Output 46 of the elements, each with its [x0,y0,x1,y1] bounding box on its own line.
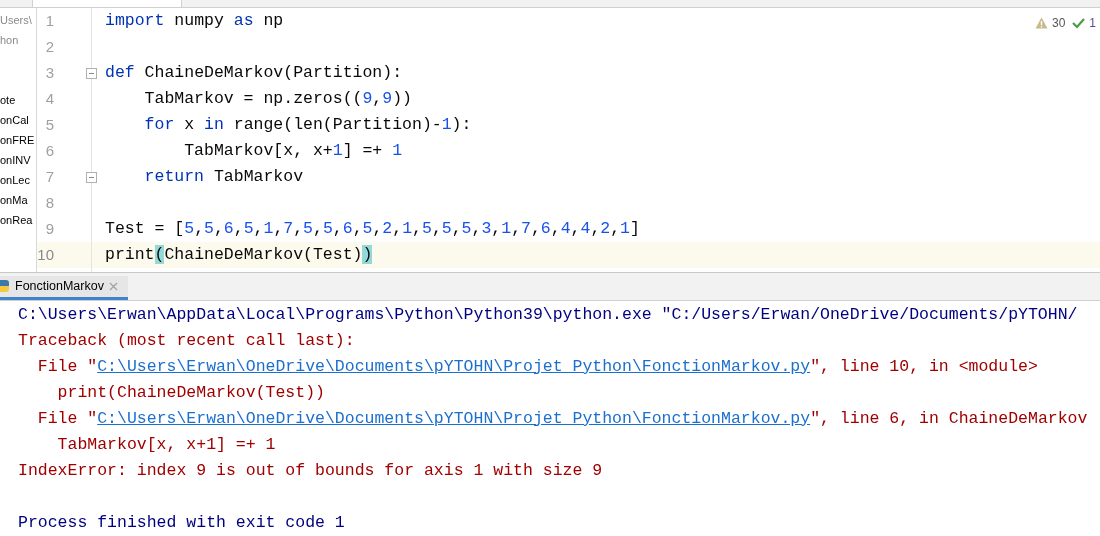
fold-marker-icon[interactable] [86,67,97,79]
line-number: 7 [44,166,54,187]
project-file[interactable]: onLec [0,170,30,190]
code-line: import numpy as np [105,9,284,32]
console-line: TabMarkov[x, x+1] =+ 1 [56,433,276,456]
project-file[interactable]: onRea [0,210,33,230]
console-line: C:\Users\Erwan\AppData\Local\Programs\Python\Python39\python.exe "C:/Users/Erwan/OneDrive/Documents/pYTOHN/ [18,303,1078,326]
checkmark-icon[interactable] [1072,17,1086,29]
code-line: for x in range(len(Partition)-1): [143,113,472,136]
code-line: return TabMarkov [143,165,304,188]
line-number: 1 [44,10,54,31]
file-link[interactable]: C:\Users\Erwan\OneDrive\Documents\pYTOHN\Projet Python\FonctionMarkov.py [97,356,811,376]
project-file[interactable]: onMa [0,190,28,210]
project-path[interactable]: hon [0,30,19,50]
project-file[interactable]: onINV [0,150,31,170]
console-line: File "C:\Users\Erwan\OneDrive\Documents\pYTOHN\Projet Python\FonctionMarkov.py", line 6, in ChaineDeMarkov [36,407,1088,430]
check-count: 1 [1089,15,1096,32]
line-number: 2 [44,36,54,57]
code-line: def ChaineDeMarkov(Partition): [105,61,403,84]
code-line: TabMarkov = np.zeros((9,9)) [143,87,412,110]
project-file[interactable]: onCal [0,110,29,130]
python-icon [0,279,10,294]
line-number: 10 [37,244,54,265]
close-icon[interactable] [108,281,118,291]
code-line: TabMarkov[x, x+1] =+ 1 [183,139,403,162]
warning-count: 30 [1051,15,1066,32]
line-number: 8 [44,192,54,213]
line-number: 5 [44,114,54,135]
code-line: print(ChaineDeMarkov(Test)) [105,243,373,266]
line-number: 4 [44,88,54,109]
code-line: Test = [5,5,6,5,1,7,5,5,6,5,2,1,5,5,5,3,1,7,6,4,4,2,1] [105,217,640,240]
console-line: print(ChaineDeMarkov(Test)) [56,381,325,404]
fold-marker-icon[interactable] [86,171,97,183]
run-tab[interactable]: FonctionMarkov [0,275,128,300]
line-number: 3 [44,62,54,83]
project-file[interactable]: ote [0,90,16,110]
warning-icon[interactable] [1034,17,1048,29]
project-file[interactable]: onFRE [0,130,35,150]
line-number: 6 [44,140,54,161]
project-path[interactable]: Users\ [0,10,32,30]
console-line: IndexError: index 9 is out of bounds for axis 1 with size 9 [18,459,603,482]
file-link[interactable]: C:\Users\Erwan\OneDrive\Documents\pYTOHN\Projet Python\FonctionMarkov.py [97,408,811,428]
line-number: 9 [44,218,54,239]
console-line: Traceback (most recent call last): [18,329,355,352]
console-line: File "C:\Users\Erwan\OneDrive\Documents\pYTOHN\Projet Python\FonctionMarkov.py", line 10, in <module> [36,355,1038,378]
exit-message: Process finished with exit code 1 [18,511,345,534]
